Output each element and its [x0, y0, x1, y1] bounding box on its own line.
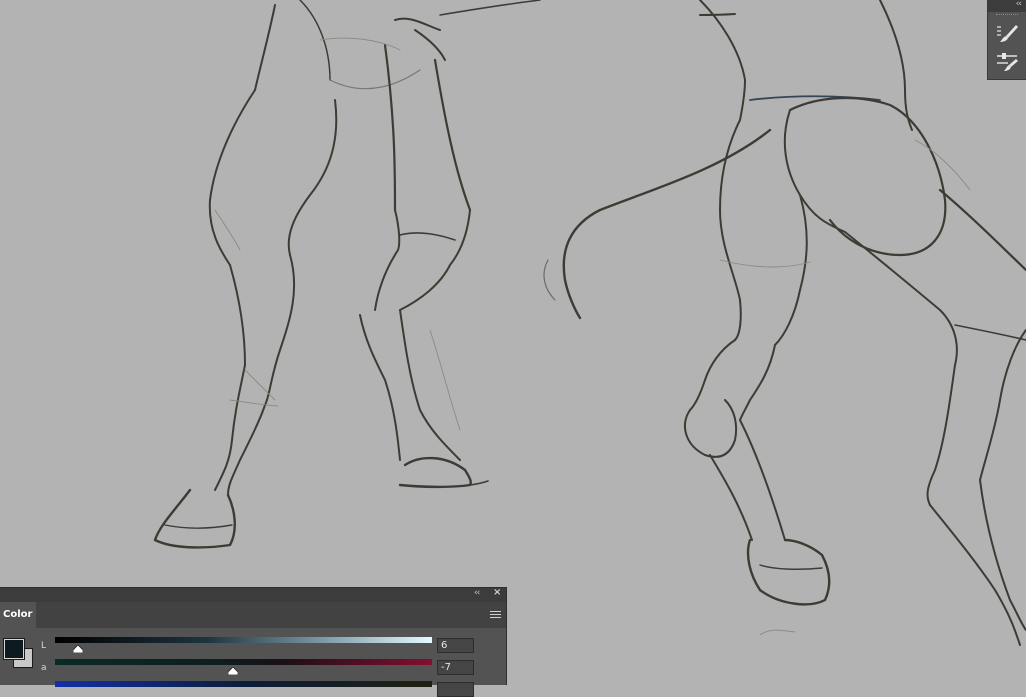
slider-b-value-input[interactable]	[437, 682, 474, 697]
expand-panels-icon[interactable]: ‹‹	[1016, 0, 1022, 9]
foreground-color-swatch[interactable]	[3, 638, 25, 660]
collapse-panel-icon[interactable]: ‹‹	[474, 588, 480, 598]
strip-grip[interactable]	[996, 14, 1018, 18]
brush-settings-icon	[997, 53, 1018, 71]
color-panel: ‹‹ × Color	[0, 587, 507, 685]
document-canvas[interactable]	[0, 0, 1026, 685]
slider-l-value-input[interactable]: 6	[437, 638, 474, 653]
sketch-artwork	[153, 0, 1026, 646]
close-panel-icon[interactable]: ×	[493, 587, 501, 598]
slider-l-label: L	[41, 641, 47, 651]
panel-titlebar[interactable]: ‹‹ ×	[0, 587, 506, 602]
slider-a-track[interactable]	[55, 659, 432, 665]
slider-a-label: a	[41, 663, 47, 673]
brush-presets-icon	[997, 25, 1018, 42]
slider-l-thumb[interactable]	[73, 645, 83, 653]
collapsed-panel-strip: ‹‹	[987, 0, 1026, 80]
panel-menu-icon[interactable]	[490, 611, 501, 620]
panel-tabbar: Color	[0, 602, 506, 629]
slider-l-track[interactable]	[55, 637, 432, 643]
tab-color[interactable]: Color	[0, 602, 36, 629]
slider-a-value-input[interactable]: -7	[437, 660, 474, 675]
slider-a-thumb[interactable]	[228, 667, 238, 675]
brush-presets-button[interactable]	[994, 22, 1020, 46]
strip-header[interactable]: ‹‹	[988, 0, 1026, 12]
brush-settings-button[interactable]	[994, 50, 1020, 74]
slider-b-track[interactable]	[55, 681, 432, 687]
